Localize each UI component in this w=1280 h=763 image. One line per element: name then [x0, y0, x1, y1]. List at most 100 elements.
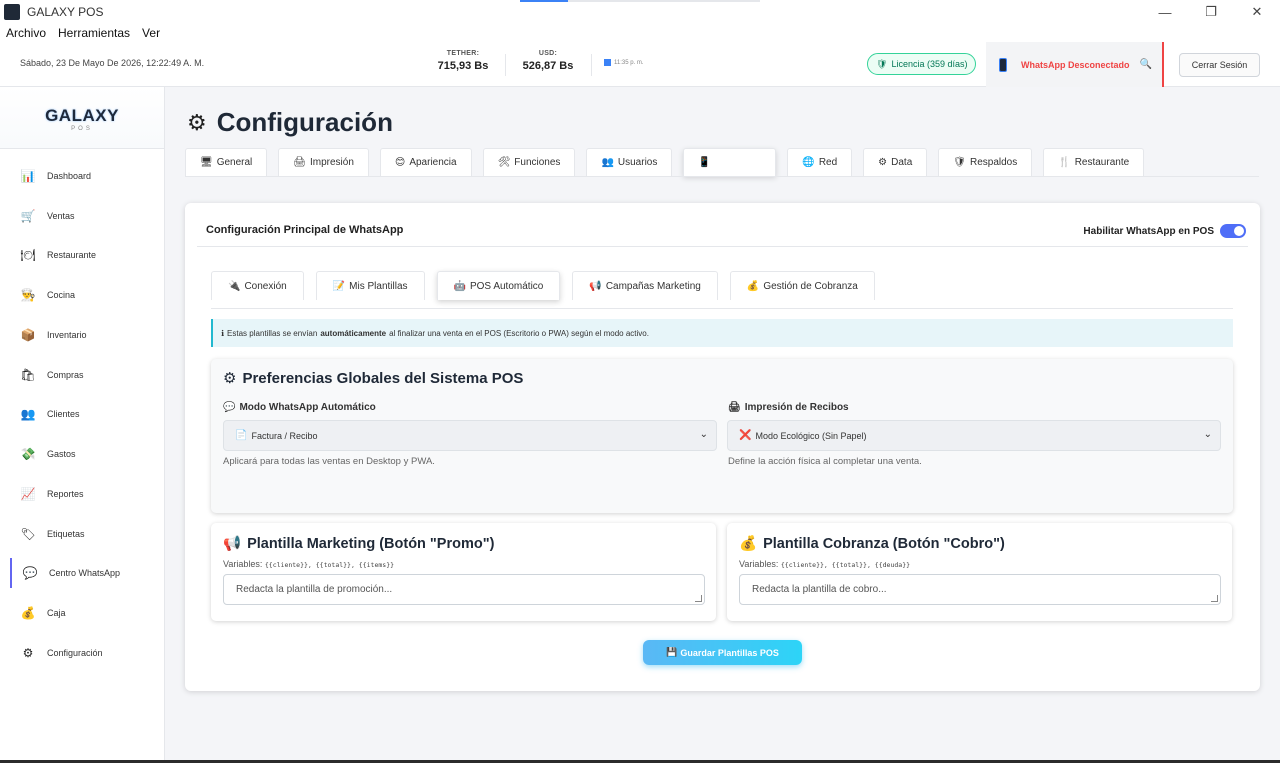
tab-label: Impresión — [309, 157, 354, 168]
chat-icon: 💬 — [22, 566, 38, 580]
usd-rate: USD: 526,87 Bs — [519, 50, 577, 72]
cobranza-template-textarea[interactable]: Redacta la plantilla de cobro... — [739, 574, 1221, 605]
gear-icon: ⚙ — [223, 370, 237, 387]
sidebar-item-label: Dashboard — [47, 171, 92, 181]
sidebar-item-ventas[interactable]: 🛒 Ventas — [10, 201, 160, 231]
subtab-label: Mis Plantillas — [349, 280, 408, 292]
main-content: ⚙ Configuración 🖥 General 🖨 Impresión 😊 Apa… — [165, 87, 1280, 763]
users-icon: 👥 — [20, 407, 36, 421]
tab-usuarios[interactable]: 👥 Usuarios — [586, 148, 673, 176]
sidebar-item-restaurante[interactable]: 🍽 Restaurante — [10, 240, 160, 270]
sidebar-item-caja[interactable]: 💰 Caja — [10, 598, 160, 628]
marketing-template-title: 📢 Plantilla Marketing (Botón "Promo") — [223, 535, 494, 553]
alert-text-before: Estas plantillas se envían — [227, 328, 318, 338]
restaurant-icon: 🍽 — [20, 248, 36, 262]
sidebar-item-centro-whatsapp[interactable]: 💬 Centro WhatsApp — [10, 558, 160, 588]
subtab-conexion[interactable]: 🔌 Conexión — [211, 271, 304, 300]
whatsapp-status[interactable]: WhatsApp Desconectado 🔍 — [986, 42, 1164, 87]
subtab-gestion-cobranza[interactable]: 💰 Gestión de Cobranza — [729, 271, 875, 300]
marketing-variables: Variables: {{cliente}}, {{total}}, {{ite… — [223, 559, 394, 569]
current-date: Sábado, 23 De Mayo De 2026, 12:22:49 A. … — [20, 58, 205, 68]
tab-label: General — [216, 157, 253, 168]
sidebar-item-label: Centro WhatsApp — [49, 568, 121, 578]
sidebar-item-label: Restaurante — [47, 250, 97, 260]
menu-herramientas[interactable]: Herramientas — [58, 26, 130, 40]
search-icon[interactable]: 🔍 — [1140, 59, 1152, 70]
cobranza-title-text: Plantilla Cobranza (Botón "Cobro") — [763, 535, 1005, 552]
tab-label: Restaurante — [1074, 157, 1130, 168]
restore-button[interactable]: ❐ — [1188, 0, 1234, 24]
close-button[interactable]: ✕ — [1234, 0, 1280, 24]
whatsapp-config-card: Configuración Principal de WhatsApp Habi… — [185, 203, 1260, 691]
mode-select[interactable]: 📄 Factura / Recibo ⌄ — [223, 420, 717, 451]
tab-red[interactable]: 🌐 Red — [787, 148, 853, 176]
subtab-pos-automatico[interactable]: 🤖 POS Automático — [436, 271, 561, 300]
money-bag-icon: 💰 — [746, 280, 760, 292]
sidebar-item-label: Ventas — [47, 211, 75, 221]
megaphone-icon: 📢 — [589, 280, 602, 292]
title-bar: GALAXY POS — ❐ ✕ — [0, 0, 1280, 24]
subtab-mis-plantillas[interactable]: 📝 Mis Plantillas — [315, 271, 425, 300]
tab-apariencia[interactable]: 😊 Apariencia — [379, 148, 472, 176]
print-label: 🖨 Impresión de Recibos — [728, 402, 849, 413]
sidebar-item-etiquetas[interactable]: 🏷 Etiquetas — [10, 519, 160, 549]
document-icon: 📄 — [235, 430, 248, 441]
sidebar-item-inventario[interactable]: 📦 Inventario — [10, 320, 160, 350]
megaphone-icon: 📢 — [223, 536, 242, 552]
preferences-title: ⚙ Preferencias Globales del Sistema POS — [223, 369, 523, 388]
tab-restaurante[interactable]: 🍴 Restaurante — [1043, 148, 1145, 176]
alert-text-after: al finalizar una venta en el POS (Escrit… — [389, 328, 649, 338]
printer-icon: 🖨 — [293, 157, 306, 168]
print-help-text: Define la acción física al completar una… — [728, 456, 922, 467]
license-badge[interactable]: 🛡 Licencia (359 días) — [867, 53, 977, 75]
clock: 11:35 p. m. — [604, 59, 644, 66]
money-bag-icon: 💰 — [739, 536, 758, 552]
menu-archivo[interactable]: Archivo — [6, 26, 46, 40]
print-label-text: Impresión de Recibos — [744, 402, 849, 413]
info-alert: ℹ Estas plantillas se envían automáticam… — [211, 319, 1233, 347]
subtab-label: Conexión — [244, 280, 287, 292]
variables-list: {{cliente}}, {{total}}, {{items}} — [264, 561, 395, 569]
sidebar-item-dashboard[interactable]: 📊 Dashboard — [10, 161, 160, 191]
tab-whatsapp[interactable]: 📱 WhatsApp — [683, 148, 777, 176]
tab-impresion[interactable]: 🖨 Impresión — [278, 148, 369, 176]
enable-whatsapp-label: Habilitar WhatsApp en POS — [1083, 225, 1214, 237]
enable-whatsapp-toggle[interactable] — [1220, 224, 1246, 238]
variables-label: Variables: — [223, 559, 263, 569]
loading-progress-fill — [520, 0, 568, 2]
tab-funciones[interactable]: 🛠 Funciones — [482, 148, 576, 176]
subtab-label: Gestión de Cobranza — [763, 280, 858, 292]
printer-icon: 🖨 — [728, 402, 741, 413]
sidebar-item-cocina[interactable]: 👨‍🍳 Cocina — [10, 280, 160, 310]
sidebar-item-reportes[interactable]: 📈 Reportes — [10, 479, 160, 509]
logout-button[interactable]: Cerrar Sesión — [1179, 53, 1260, 77]
tab-data[interactable]: ⚙ Data — [863, 148, 928, 176]
sidebar-item-label: Etiquetas — [47, 529, 85, 539]
mode-select-value: Factura / Recibo — [251, 430, 318, 441]
variables-list: {{cliente}}, {{total}}, {{deuda}} — [780, 561, 911, 569]
save-templates-button[interactable]: 💾 Guardar Plantillas POS — [643, 640, 802, 665]
robot-icon: 🤖 — [453, 280, 466, 292]
minimize-button[interactable]: — — [1142, 0, 1188, 24]
top-info-bar: Sábado, 23 De Mayo De 2026, 12:22:49 A. … — [0, 42, 1280, 87]
logo-area: GALAXY POS — [0, 87, 164, 149]
whatsapp-status-text: WhatsApp Desconectado — [1021, 59, 1130, 70]
tab-general[interactable]: 🖥 General — [185, 148, 268, 176]
sidebar-item-compras[interactable]: 🛍 Compras — [10, 360, 160, 390]
cross-mark-icon: ❌ — [739, 430, 752, 441]
print-select[interactable]: ❌ Modo Ecológico (Sin Papel) ⌄ — [727, 420, 1221, 451]
config-tabs: 🖥 General 🖨 Impresión 😊 Apariencia 🛠 Funcion… — [185, 148, 1155, 176]
menu-ver[interactable]: Ver — [142, 26, 160, 40]
save-templates-label: Guardar Plantillas POS — [680, 647, 779, 658]
tab-respaldos[interactable]: 🛡 Respaldos — [938, 148, 1033, 176]
memo-icon: 📝 — [332, 280, 346, 292]
sidebar: GALAXY POS 📊 Dashboard 🛒 Ventas 🍽 Restauran… — [0, 87, 165, 763]
subtab-campanas-marketing[interactable]: 📢 Campañas Marketing — [572, 271, 718, 300]
sidebar-item-configuracion[interactable]: ⚙ Configuración — [10, 638, 160, 668]
globe-icon: 🌐 — [802, 157, 815, 168]
marketing-template-textarea[interactable]: Redacta la plantilla de promoción... — [223, 574, 705, 605]
tag-icon: 🏷 — [20, 527, 36, 541]
sidebar-item-clientes[interactable]: 👥 Clientes — [10, 399, 160, 429]
sidebar-item-gastos[interactable]: 💸 Gastos — [10, 439, 160, 469]
divider — [211, 308, 1233, 309]
